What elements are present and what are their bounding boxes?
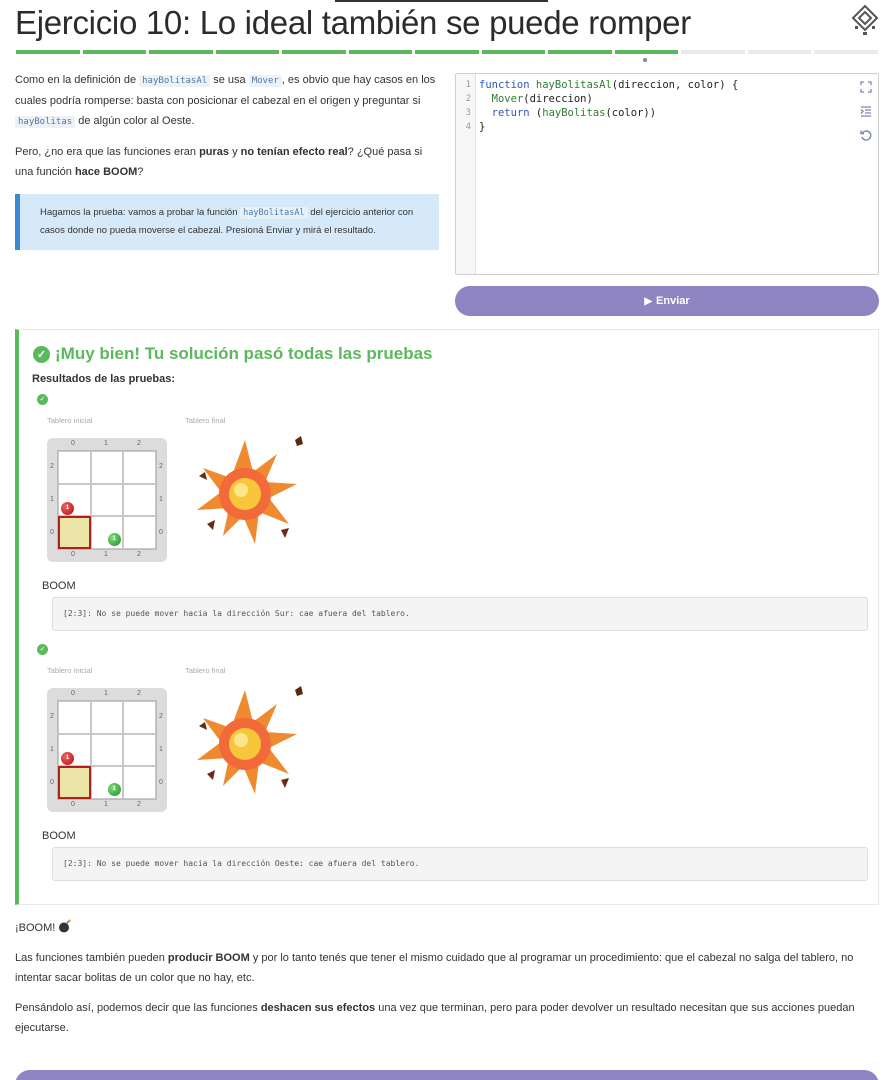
- code-line-4[interactable]: 4}: [456, 120, 486, 134]
- closing-paragraph-3: Pensándolo así, podemos decir que las fu…: [15, 1002, 855, 1034]
- progress-segment[interactable]: [415, 50, 479, 54]
- explosion-icon: [197, 686, 303, 794]
- board-cell: [123, 733, 156, 767]
- board-cell: [90, 451, 124, 484]
- progress-segment[interactable]: [481, 50, 546, 54]
- boom-paragraph: ¡BOOM!: [15, 918, 875, 938]
- test-passed-icon: ✓: [37, 644, 48, 655]
- progress-segment[interactable]: [16, 50, 80, 54]
- code-editor[interactable]: 1 function hayBolitasAl(direccion, color)…: [455, 73, 879, 275]
- results-subtitle: Resultados de las pruebas:: [32, 373, 176, 385]
- reset-icon[interactable]: [859, 128, 873, 142]
- test-passed-icon: ✓: [37, 394, 48, 405]
- progress-segment[interactable]: [282, 50, 346, 54]
- progress-segment[interactable]: [614, 50, 679, 54]
- progress-segment[interactable]: [747, 50, 812, 54]
- submit-button[interactable]: ▶ Enviar: [455, 286, 879, 316]
- board-cell: [123, 516, 156, 549]
- board-cell: 1: [90, 766, 124, 799]
- initial-board-label: Tablero inicial: [47, 416, 93, 425]
- board-cell: [123, 451, 156, 484]
- indent-icon[interactable]: [859, 104, 873, 118]
- board-cell: [123, 483, 156, 517]
- current-exercise-marker: [643, 58, 647, 62]
- progress-segment[interactable]: [215, 50, 280, 54]
- board-cell: 1: [90, 516, 124, 549]
- play-icon: ▶: [644, 295, 653, 307]
- description-paragraph-1: Como en la definición de hayBolitasAl se…: [15, 74, 436, 128]
- test-result-label: BOOM: [42, 830, 76, 842]
- test-case: ✓ Tablero inicial Tablero final 0 1 2 0 …: [33, 642, 873, 882]
- test-case: ✓ Tablero inicial Tablero final 0 1 2 0 …: [33, 392, 873, 632]
- mumuki-logo-icon[interactable]: [850, 4, 880, 36]
- error-message: [2:3]: No se puede mover hacia la direcc…: [52, 597, 868, 631]
- progress-segment[interactable]: [814, 50, 878, 54]
- progress-segment[interactable]: [548, 50, 612, 54]
- code-line-1[interactable]: 1 function hayBolitasAl(direccion, color)…: [456, 78, 739, 92]
- code-line-3[interactable]: 3 return (hayBolitas(color)): [456, 106, 656, 120]
- board-cell: [58, 451, 91, 484]
- bomb-icon: [59, 919, 72, 933]
- board-cell: [123, 701, 156, 734]
- info-note: Hagamos la prueba: vamos a probar la fun…: [15, 194, 439, 250]
- final-board-label: Tablero final: [185, 416, 226, 425]
- check-circle-icon: ✓: [33, 345, 50, 363]
- initial-board: 0 1 2 0 1 2 2 1 0 2 1 0 1 1: [47, 688, 167, 812]
- description-paragraph-2: Pero, ¿no era que las funciones eran pur…: [15, 146, 423, 178]
- error-message: [2:3]: No se puede mover hacia la direcc…: [52, 847, 868, 881]
- green-ball-icon: 1: [107, 533, 121, 547]
- test-result-label: BOOM: [42, 580, 76, 592]
- exercise-progress-bar: [16, 50, 878, 54]
- closing-text: ¡BOOM! Las funciones también pueden prod…: [15, 918, 875, 1048]
- board-cell: [90, 701, 124, 734]
- code-line-2[interactable]: 2 Mover(direccion): [456, 92, 593, 106]
- progress-segment[interactable]: [149, 50, 213, 54]
- explosion-icon: [197, 436, 303, 544]
- board-cell: [58, 701, 91, 734]
- test-results-panel: ✓ ¡Muy bien! Tu solución pasó todas las p…: [15, 329, 879, 905]
- progress-segment[interactable]: [348, 50, 413, 54]
- progress-segment[interactable]: [681, 50, 745, 54]
- closing-paragraph-2: Las funciones también pueden producir BO…: [15, 952, 854, 984]
- initial-board: 0 1 2 0 1 2 2 1 0 2 1 0 1 1: [47, 438, 167, 562]
- continue-button[interactable]: [15, 1070, 879, 1080]
- results-title: ✓ ¡Muy bien! Tu solución pasó todas las p…: [33, 344, 433, 364]
- page-title: Ejercicio 10: Lo ideal también se puede …: [15, 4, 691, 41]
- board-cell-head: 1: [58, 502, 91, 549]
- top-decoration-line: [335, 0, 548, 2]
- board-cell-head: 1: [58, 752, 91, 799]
- exercise-description: Como en la definición de hayBolitasAl se…: [15, 70, 439, 250]
- final-board-label: Tablero final: [185, 666, 226, 675]
- progress-segment[interactable]: [82, 50, 147, 54]
- initial-board-label: Tablero inicial: [47, 666, 93, 675]
- board-cell: [90, 733, 124, 767]
- expand-icon[interactable]: [859, 80, 873, 94]
- board-cell: [90, 483, 124, 517]
- board-cell: [123, 766, 156, 799]
- green-ball-icon: 1: [107, 783, 121, 797]
